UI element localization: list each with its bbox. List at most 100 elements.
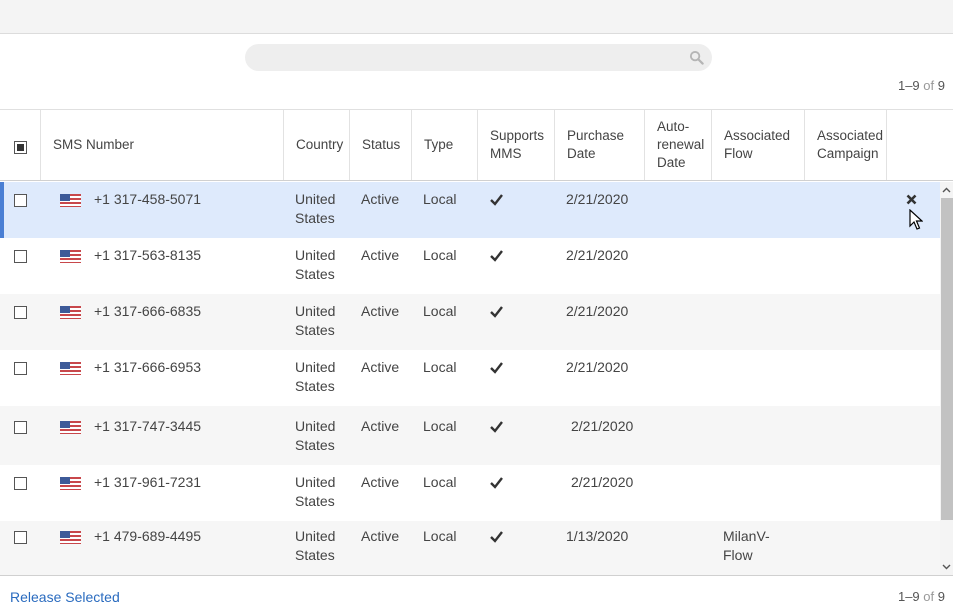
table-row[interactable]: +1 317-458-5071 United States Active Loc… [0,182,940,238]
pager-top: 1–9 of 9 [898,78,945,93]
col-purchase-date[interactable]: Purchase Date [555,110,645,180]
status-text: Active [361,528,400,544]
col-supports-mms-label-2: MMS [490,146,522,161]
us-flag-icon [60,250,81,263]
close-icon[interactable] [906,194,917,205]
chevron-down-icon[interactable] [942,562,951,571]
check-icon [490,531,503,543]
chevron-up-icon[interactable] [942,186,951,195]
country-line-2: States [295,493,335,509]
col-sms-number[interactable]: SMS Number [41,110,284,180]
col-autorenewal-label-3: Date [657,155,686,170]
check-icon [490,477,503,489]
pager-of: of [923,78,935,93]
col-type-label: Type [424,137,454,152]
country-line-1: United [295,359,336,375]
col-autorenewal-date[interactable]: Auto- renewal Date [645,110,712,180]
purchase-date: 2/21/2020 [571,474,634,490]
type-text: Local [423,528,457,544]
type-text: Local [423,418,457,434]
table-bottom-divider [0,575,953,576]
table-row[interactable]: +1 479-689-4495 United States Active Loc… [0,521,940,575]
country-line-2: States [295,210,335,226]
associated-flow-line-2: Flow [723,547,753,563]
col-status[interactable]: Status [350,110,412,180]
row-checkbox[interactable] [14,421,27,434]
sms-number: +1 479-689-4495 [94,528,202,544]
us-flag-icon [60,531,81,544]
scrollbar-thumb[interactable] [941,198,953,520]
purchase-date: 2/21/2020 [566,359,629,375]
pager-total: 9 [937,78,945,93]
col-autorenewal-label-1: Auto- [657,119,690,134]
sms-number: +1 317-458-5071 [94,191,202,207]
country-line-1: United [295,418,336,434]
row-checkbox[interactable] [14,477,27,490]
table-header: SMS Number Country Status Type Supports … [0,109,953,181]
row-checkbox[interactable] [14,250,27,263]
col-status-label: Status [362,137,401,152]
country-line-1: United [295,474,336,490]
mouse-pointer-icon [909,209,923,230]
purchase-date: 1/13/2020 [566,528,629,544]
status-text: Active [361,247,400,263]
us-flag-icon [60,194,81,207]
country-line-1: United [295,191,336,207]
country-line-1: United [295,528,336,544]
col-sms-number-label: SMS Number [53,137,135,152]
pager-of: of [923,589,935,604]
us-flag-icon [60,477,81,490]
search-icon[interactable] [689,50,704,65]
top-toolbar [0,0,953,34]
col-associated-flow[interactable]: Associated Flow [712,110,805,180]
col-purchase-date-label-2: Date [567,146,596,161]
table-row[interactable]: +1 317-666-6835 United States Active Loc… [0,294,940,350]
row-checkbox[interactable] [14,194,27,207]
col-type[interactable]: Type [412,110,478,180]
col-assoc-campaign-label-2: Campaign [817,146,879,161]
sms-number: +1 317-961-7231 [94,474,202,490]
country-line-2: States [295,547,335,563]
row-checkbox[interactable] [14,362,27,375]
type-text: Local [423,474,457,490]
country-line-2: States [295,378,335,394]
row-checkbox[interactable] [14,531,27,544]
row-checkbox[interactable] [14,306,27,319]
table-row[interactable]: +1 317-563-8135 United States Active Loc… [0,238,940,294]
col-country[interactable]: Country [284,110,350,180]
table-row[interactable]: +1 317-961-7231 United States Active Loc… [0,465,940,521]
col-supports-mms[interactable]: Supports MMS [478,110,555,180]
sms-number: +1 317-666-6835 [94,303,202,319]
type-text: Local [423,247,457,263]
purchase-date: 2/21/2020 [566,191,629,207]
country-line-2: States [295,322,335,338]
sms-number: +1 317-563-8135 [94,247,202,263]
pager-range: 1–9 [897,589,920,604]
col-associated-campaign[interactable]: Associated Campaign [805,110,887,180]
col-country-label: Country [296,137,344,152]
status-text: Active [361,359,400,375]
select-all-checkbox[interactable] [14,141,27,154]
status-text: Active [361,418,400,434]
pager-bottom: 1–9 of 9 [898,589,945,604]
search-box[interactable] [245,44,712,71]
purchase-date: 2/21/2020 [566,247,629,263]
table-row[interactable]: +1 317-747-3445 United States Active Loc… [0,406,940,465]
col-assoc-flow-label-1: Associated [724,128,791,143]
col-assoc-flow-label-2: Flow [724,146,753,161]
release-selected-link[interactable]: Release Selected [10,589,120,605]
type-text: Local [423,303,457,319]
purchase-date: 2/21/2020 [571,418,634,434]
country-line-1: United [295,247,336,263]
status-text: Active [361,191,400,207]
search-input[interactable] [259,48,679,67]
check-icon [490,194,503,206]
table-row[interactable]: +1 317-666-6953 United States Active Loc… [0,350,940,406]
sms-number: +1 317-747-3445 [94,418,202,434]
vertical-scrollbar[interactable] [940,182,953,575]
pager-range: 1–9 [897,78,920,93]
select-all-cell [0,110,41,180]
table-body: +1 317-458-5071 United States Active Loc… [0,182,940,575]
sms-number: +1 317-666-6953 [94,359,202,375]
pager-total: 9 [937,589,945,604]
